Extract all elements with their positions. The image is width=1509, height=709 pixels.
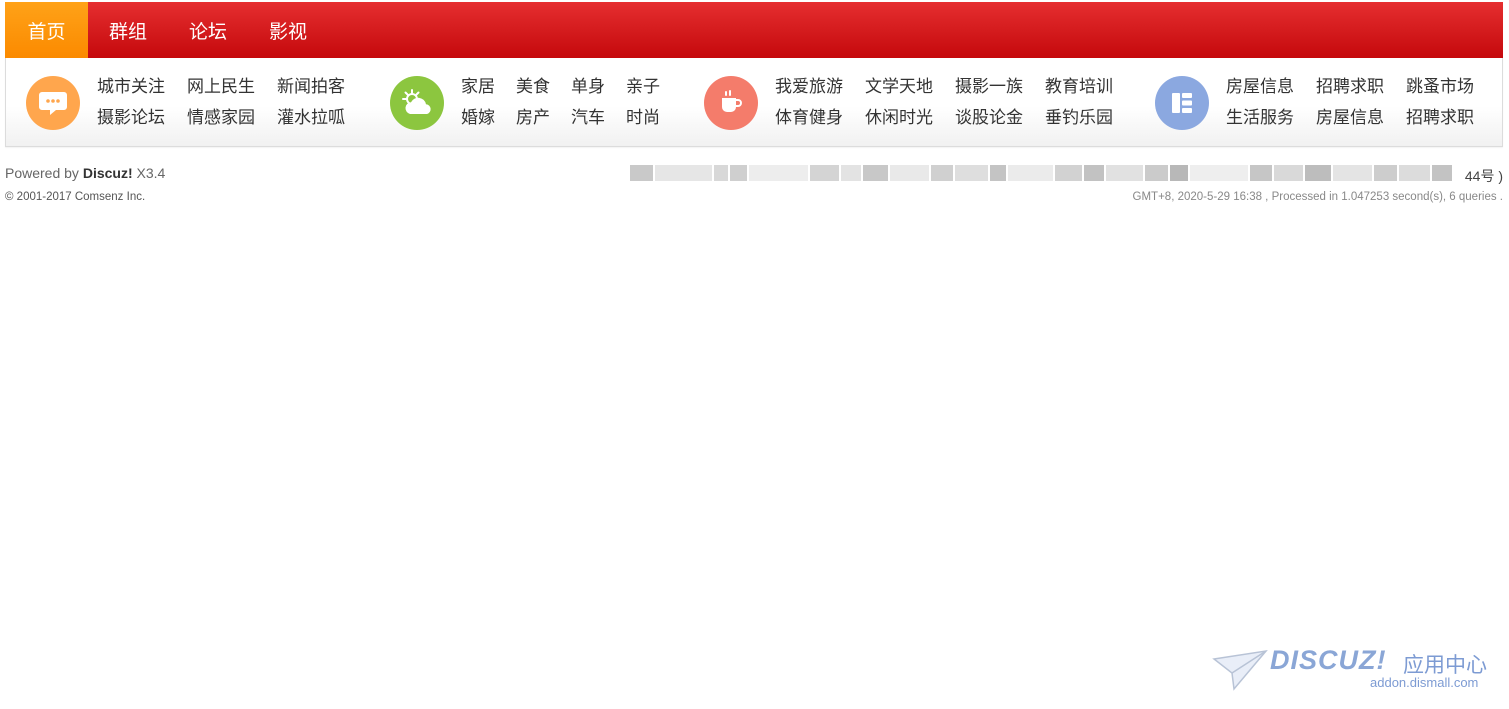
category-link[interactable]: 美食 (516, 77, 550, 97)
category-link[interactable]: 单身 (571, 77, 605, 97)
powered-by: Powered by Discuz! X3.4 (5, 165, 165, 181)
category-link[interactable]: 汽车 (571, 108, 605, 128)
category-link[interactable]: 招聘求职 (1316, 77, 1384, 97)
powered-brand-link[interactable]: Discuz! (83, 165, 133, 181)
category-link[interactable]: 婚嫁 (461, 108, 495, 128)
redacted-footer-links (630, 163, 1452, 183)
watermark-brand: DISCUZ! (1270, 645, 1387, 675)
nav-item-home[interactable]: 首页 (5, 2, 88, 58)
nav-item-forum[interactable]: 论坛 (168, 2, 248, 58)
category-link[interactable]: 生活服务 (1226, 108, 1294, 128)
category-link[interactable]: 亲子 (626, 77, 660, 97)
powered-prefix: Powered by (5, 165, 83, 181)
category-link[interactable]: 情感家园 (187, 108, 255, 128)
main-nav: 首页 群组 论坛 影视 (5, 2, 1503, 58)
copyright[interactable]: © 2001-2017 Comsenz Inc. (5, 191, 145, 203)
nav-item-groups[interactable]: 群组 (88, 2, 168, 58)
category-link[interactable]: 教育培训 (1045, 77, 1113, 97)
category-link[interactable]: 休闲时光 (865, 108, 933, 128)
watermark: DISCUZ! 应用中心 addon.dismall.com (1212, 645, 1497, 695)
category-link[interactable]: 跳蚤市场 (1406, 77, 1474, 97)
category-link[interactable]: 摄影一族 (955, 77, 1023, 97)
category-link[interactable]: 我爱旅游 (775, 77, 843, 97)
footer-meta: GMT+8, 2020-5-29 16:38 , Processed in 1.… (1132, 191, 1503, 203)
list-grid-icon[interactable] (1155, 76, 1209, 130)
category-link[interactable]: 文学天地 (865, 77, 933, 97)
paper-plane-icon (1212, 649, 1268, 691)
icp-license[interactable]: 44号 ) (1465, 166, 1503, 186)
category-link[interactable]: 新闻拍客 (277, 77, 345, 97)
chat-bubble-icon[interactable] (26, 76, 80, 130)
nav-item-videos[interactable]: 影视 (248, 2, 328, 58)
category-link[interactable]: 体育健身 (775, 108, 843, 128)
category-link[interactable]: 房屋信息 (1226, 77, 1294, 97)
category-link[interactable]: 灌水拉呱 (277, 108, 345, 128)
category-link[interactable]: 房产 (516, 108, 550, 128)
powered-version: X3.4 (132, 165, 166, 181)
category-strip: 城市关注 网上民生 新闻拍客 摄影论坛 情感家园 灌水拉呱 家居 美食 单身 亲… (5, 58, 1503, 147)
coffee-cup-icon[interactable] (704, 76, 758, 130)
weather-cloud-icon[interactable] (390, 76, 444, 130)
category-link[interactable]: 城市关注 (97, 77, 165, 97)
category-link[interactable]: 家居 (461, 77, 495, 97)
category-link[interactable]: 时尚 (626, 108, 660, 128)
category-link[interactable]: 招聘求职 (1406, 108, 1474, 128)
watermark-url: addon.dismall.com (1370, 675, 1479, 690)
category-link[interactable]: 网上民生 (187, 77, 255, 97)
category-link[interactable]: 谈股论金 (955, 108, 1023, 128)
category-link[interactable]: 房屋信息 (1316, 108, 1384, 128)
category-link[interactable]: 摄影论坛 (97, 108, 165, 128)
category-link[interactable]: 垂钓乐园 (1045, 108, 1113, 128)
